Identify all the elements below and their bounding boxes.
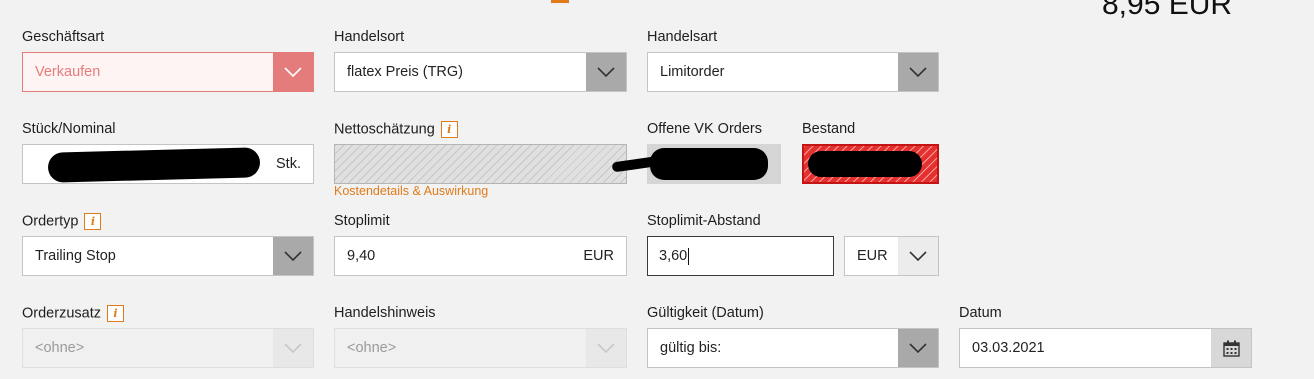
bestand-label: Bestand [802,121,856,137]
handelshinweis-select[interactable]: <ohne> [334,328,627,368]
tab-indicator [551,0,569,3]
text-cursor [688,247,690,265]
stoplimit-abstand-value: 3,60 [659,248,688,264]
orderzusatz-value: <ohne> [35,340,85,356]
calendar-icon[interactable] [1211,329,1251,367]
handelsort-label: Handelsort [334,29,405,45]
handelshinweis-label: Handelshinweis [334,305,436,321]
redaction-offene-vk [650,148,768,180]
datum-input[interactable]: 03.03.2021 [959,328,1252,368]
chevron-down-icon[interactable] [586,329,626,367]
stoplimit-abstand-input[interactable]: 3,60 [647,236,834,276]
nettoschaetzung-field [334,144,627,184]
price-display: 8,95 EUR [1102,0,1233,21]
stoplimit-value: 9,40 [347,248,376,264]
chevron-down-icon[interactable] [898,237,938,275]
geschaeftsart-select[interactable]: Verkaufen [22,52,314,92]
info-icon[interactable]: i [84,213,102,230]
stueck-label: Stück/Nominal [22,121,116,137]
chevron-down-icon[interactable] [898,329,938,367]
handelsart-value: Limitorder [660,64,725,80]
gueltigkeit-value: gültig bis: [660,340,722,356]
ordertyp-value: Trailing Stop [35,248,116,264]
orderzusatz-label: Orderzusatz i [22,305,124,322]
handelsart-select[interactable]: Limitorder [647,52,939,92]
chevron-down-icon[interactable] [273,329,313,367]
handelsort-select[interactable]: flatex Preis (TRG) [334,52,627,92]
chevron-down-icon[interactable] [273,237,313,275]
handelsart-label: Handelsart [647,29,718,45]
stoplimit-abstand-unit-value: EUR [857,248,888,264]
redaction-bestand [808,151,922,177]
chevron-down-icon[interactable] [586,53,626,91]
kostendetails-link[interactable]: Kostendetails & Auswirkung [334,184,488,198]
geschaeftsart-value: Verkaufen [35,64,101,80]
orderzusatz-select[interactable]: <ohne> [22,328,314,368]
gueltigkeit-select[interactable]: gültig bis: [647,328,939,368]
handelsort-value: flatex Preis (TRG) [347,64,464,80]
stueck-unit: Stk. [276,156,301,172]
offene-vk-label: Offene VK Orders [647,121,762,137]
stoplimit-abstand-unit-select[interactable]: EUR [844,236,939,276]
stoplimit-unit: EUR [583,248,614,264]
ordertyp-label: Ordertyp i [22,213,102,230]
datum-label: Datum [959,305,1002,321]
datum-value: 03.03.2021 [972,340,1045,356]
redaction-stueck [47,147,261,183]
chevron-down-icon[interactable] [898,53,938,91]
stoplimit-input[interactable]: 9,40 EUR [334,236,627,276]
gueltigkeit-label: Gültigkeit (Datum) [647,305,764,321]
geschaeftsart-label: Geschäftsart [22,29,105,45]
chevron-down-icon[interactable] [273,53,313,91]
info-icon[interactable]: i [106,305,124,322]
info-icon[interactable]: i [440,121,458,138]
stoplimit-abstand-label: Stoplimit-Abstand [647,213,761,229]
ordertyp-select[interactable]: Trailing Stop [22,236,314,276]
nettoschaetzung-label: Nettoschätzung i [334,121,458,138]
stoplimit-label: Stoplimit [334,213,390,229]
handelshinweis-value: <ohne> [347,340,397,356]
